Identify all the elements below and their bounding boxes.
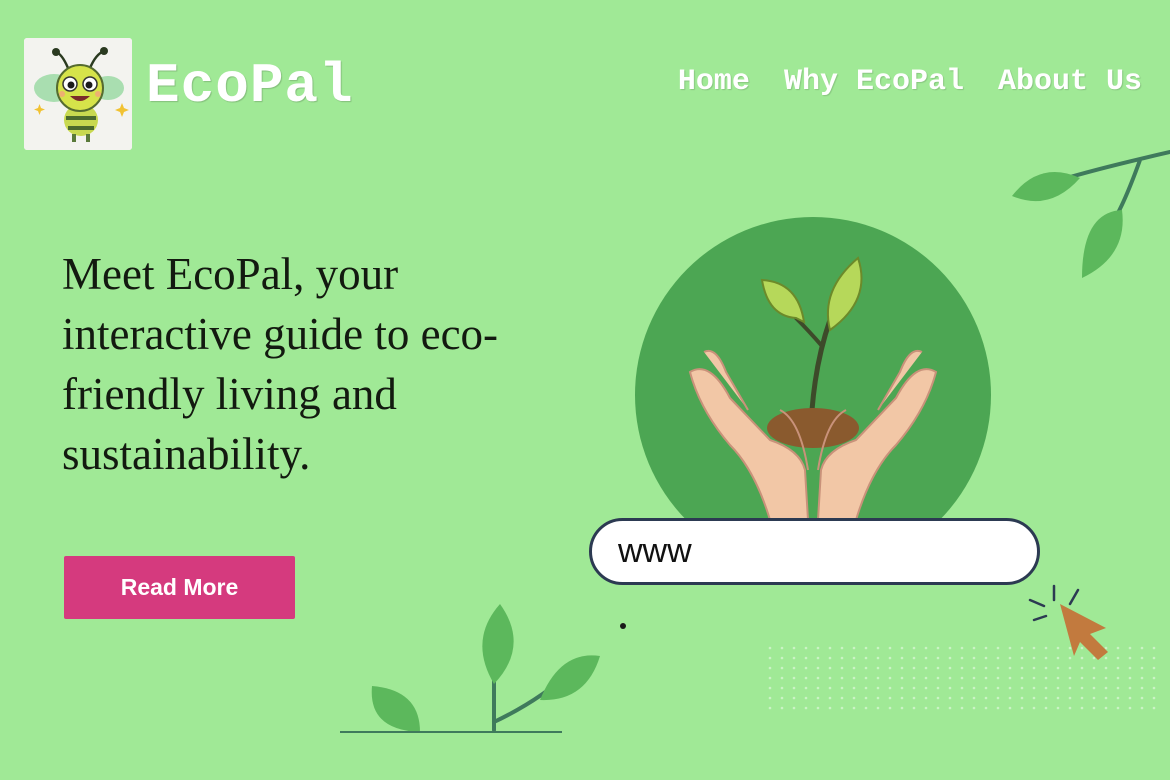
- sprout-decoration: [760, 256, 863, 448]
- cursor-icon: [1028, 584, 1108, 660]
- top-nav: Home Why EcoPal About Us: [678, 64, 1142, 100]
- read-more-button[interactable]: Read More: [64, 556, 295, 619]
- hands-decoration: [688, 350, 938, 521]
- hero-headline: Meet EcoPal, your interactive guide to e…: [62, 249, 499, 479]
- search-input[interactable]: [592, 521, 1037, 582]
- logo[interactable]: [24, 38, 132, 150]
- nav-why-ecopal[interactable]: Why EcoPal: [784, 64, 964, 100]
- bee-mascot-icon: [24, 38, 132, 150]
- search-bar: [589, 518, 1040, 585]
- plant-bottom-decoration: [340, 604, 600, 733]
- branch-top-right-decoration: [1012, 150, 1170, 278]
- dot-grid-decoration: [768, 646, 1156, 710]
- brand-name[interactable]: EcoPal: [146, 58, 354, 114]
- nav-about-us[interactable]: About Us: [998, 64, 1142, 100]
- nav-home[interactable]: Home: [678, 64, 750, 100]
